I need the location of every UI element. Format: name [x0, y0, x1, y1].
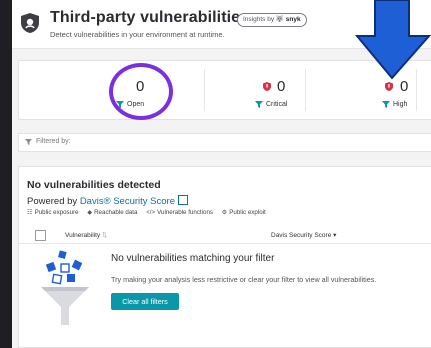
- critical-shield-icon: [263, 82, 271, 91]
- filter-bar[interactable]: Filtered by:: [18, 133, 431, 152]
- column-davis-score[interactable]: Davis Security Score ▾: [271, 231, 336, 239]
- insights-prefix: Insights by: [243, 16, 275, 23]
- page-subtitle: Detect vulnerabilities in your environme…: [50, 30, 225, 39]
- empty-state-title: No vulnerabilities matching your filter: [111, 253, 275, 264]
- clear-all-filters-button[interactable]: Clear all filters: [111, 293, 179, 310]
- filter-icon: [382, 101, 390, 108]
- insights-badge: Insights by 🐺 snyk: [237, 13, 307, 27]
- filter-icon: [25, 139, 32, 145]
- stat-high-value: 0: [400, 78, 409, 95]
- stat-critical-label: Critical: [266, 101, 288, 108]
- legend-public-exploit: ⚙ Public exploit: [221, 209, 266, 216]
- snyk-logo-icon: 🐺: [275, 16, 284, 23]
- empty-state-description: Try making your analysis less restrictiv…: [111, 275, 377, 284]
- davis-score-link[interactable]: Davis® Security Score: [79, 195, 188, 207]
- highlight-circle-annotation: [109, 63, 173, 120]
- page-title: Third-party vulnerabilities: [50, 9, 250, 26]
- legend-public-exposure: ☷ Public exposure: [27, 209, 79, 216]
- empty-funnel-icon: [41, 250, 89, 325]
- arrow-down-annotation: [355, 0, 431, 80]
- stat-critical-value: 0: [277, 78, 286, 95]
- column-vulnerability[interactable]: Vulnerability ⇅: [65, 231, 107, 239]
- code-icon: </>: [146, 209, 156, 216]
- stat-critical[interactable]: 0 Critical: [205, 61, 305, 119]
- stat-high-label: High: [393, 101, 408, 108]
- select-all-checkbox[interactable]: [35, 230, 46, 241]
- filter-label: Filtered by:: [36, 138, 71, 145]
- powered-prefix: Powered by: [27, 196, 78, 207]
- sort-icon: ⇅: [101, 232, 108, 239]
- public-exposure-icon: ☷: [27, 209, 33, 216]
- high-shield-icon: [385, 82, 393, 91]
- reachable-data-icon: ◆: [87, 209, 93, 216]
- davis-score-link-text: Davis® Security Score: [79, 196, 175, 207]
- results-panel: No vulnerabilities detected Powered by D…: [18, 166, 431, 348]
- risk-legend: ☷ Public exposure ◆ Reachable data </> Vuln…: [27, 209, 273, 216]
- powered-by: Powered by Davis® Security Score: [27, 195, 188, 207]
- exploit-icon: ⚙: [221, 209, 228, 216]
- filter-icon: [255, 101, 263, 108]
- external-link-icon: [177, 195, 188, 205]
- results-heading: No vulnerabilities detected: [27, 179, 161, 191]
- legend-reachable-data: ◆ Reachable data: [87, 209, 138, 216]
- insights-brand: snyk: [285, 16, 301, 23]
- shield-app-icon: [21, 13, 39, 33]
- legend-vulnerable-functions: </> Vulnerable functions: [146, 209, 213, 216]
- table-header: Vulnerability ⇅ Davis Security Score ▾: [19, 225, 431, 244]
